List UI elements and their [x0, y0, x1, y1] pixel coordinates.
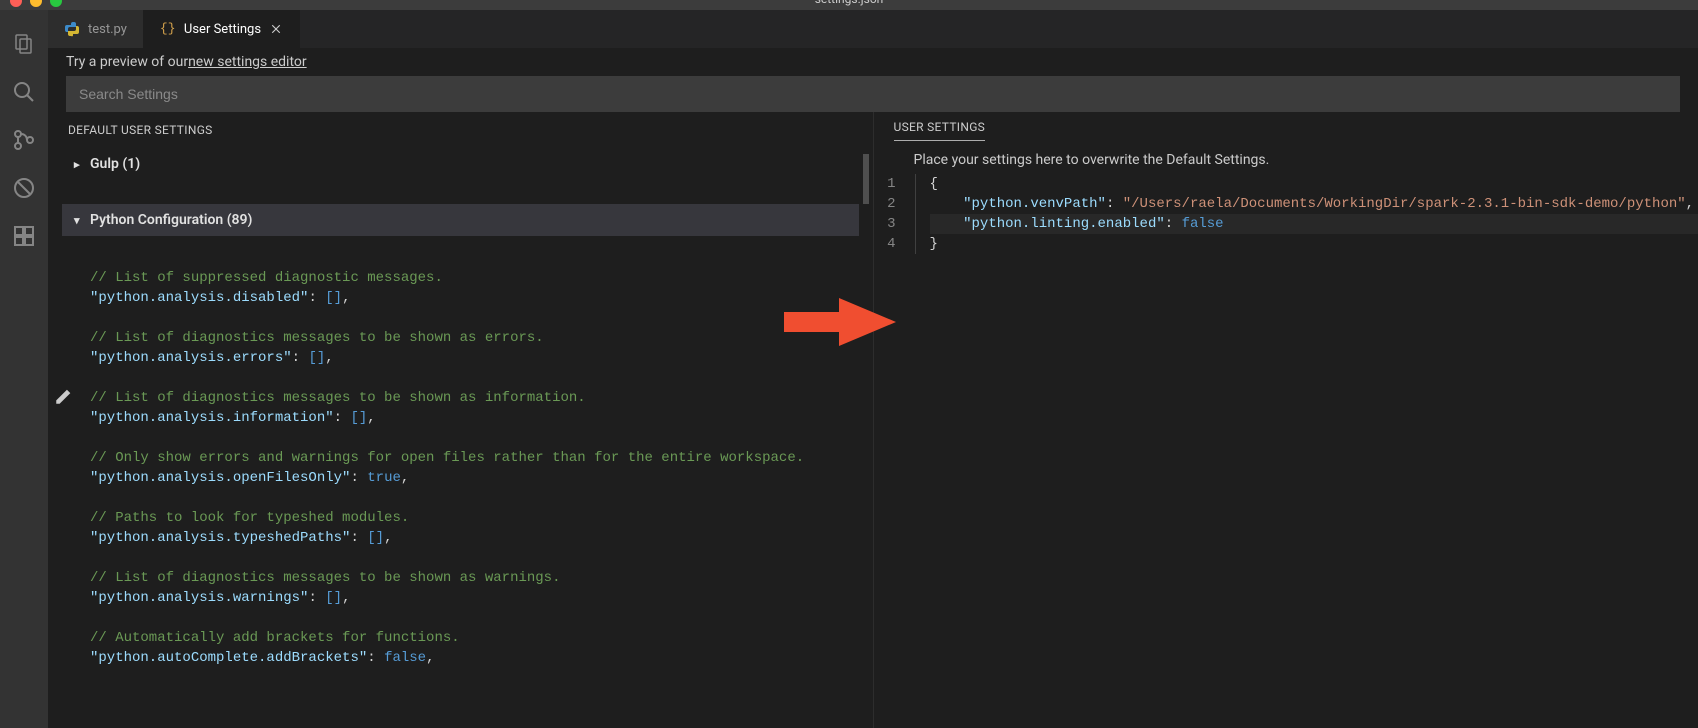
user-settings-editor[interactable]: 1234 { "python.venvPath": "/Users/raela/…	[874, 174, 1698, 254]
section-label: Python Configuration (89)	[90, 212, 252, 228]
setting-entry[interactable]: "python.analysis.openFilesOnly": true,	[90, 468, 859, 488]
default-settings-list: // List of suppressed diagnostic message…	[62, 236, 859, 668]
tab-bar: test.py {} User Settings	[48, 10, 1698, 48]
scrollbar-thumb[interactable]	[863, 154, 869, 204]
traffic-lights	[10, 0, 62, 7]
debug-activity[interactable]	[0, 164, 48, 212]
setting-entry[interactable]: "python.analysis.disabled": [],	[90, 288, 859, 308]
setting-comment: // List of diagnostics messages to be sh…	[90, 328, 859, 348]
setting-entry[interactable]: "python.autoComplete.addBrackets": false…	[90, 648, 859, 668]
titlebar: settings.json	[0, 0, 1698, 10]
explorer-activity[interactable]	[0, 20, 48, 68]
setting-comment: // List of suppressed diagnostic message…	[90, 268, 859, 288]
user-settings-header: USER SETTINGS	[874, 112, 1698, 148]
setting-entry[interactable]: "python.analysis.typeshedPaths": [],	[90, 528, 859, 548]
new-settings-editor-link[interactable]: new settings editor	[188, 54, 307, 70]
line-number-gutter: 1234	[874, 174, 904, 254]
edit-pencil-icon[interactable]	[54, 388, 72, 406]
tab-test-py[interactable]: test.py	[48, 10, 144, 48]
extensions-activity[interactable]	[0, 212, 48, 260]
section-label: Gulp (1)	[90, 156, 140, 172]
window-title: settings.json	[815, 0, 884, 6]
preview-text: Try a preview of our	[66, 54, 188, 70]
line-number: 4	[874, 234, 896, 254]
tab-label: test.py	[88, 22, 127, 37]
gulp-section[interactable]: ▸ Gulp (1)	[62, 148, 859, 180]
search-input[interactable]	[79, 86, 1667, 102]
setting-comment: // List of diagnostics messages to be sh…	[90, 568, 859, 588]
line-number: 2	[874, 194, 896, 214]
search-activity[interactable]	[0, 68, 48, 116]
code-line[interactable]: "python.linting.enabled": false	[930, 214, 1698, 234]
default-settings-tree[interactable]: ▸ Gulp (1) ▾ Python Configuration (89) /…	[48, 148, 873, 728]
tab-user-settings[interactable]: {} User Settings	[144, 10, 300, 48]
chevron-down-icon: ▾	[74, 214, 84, 227]
setting-entry[interactable]: "python.analysis.errors": [],	[90, 348, 859, 368]
python-configuration-section[interactable]: ▾ Python Configuration (89)	[62, 204, 859, 236]
line-number: 1	[874, 174, 896, 194]
default-user-settings-header: DEFAULT USER SETTINGS	[48, 112, 873, 148]
setting-comment: // Only show errors and warnings for ope…	[90, 448, 859, 468]
line-number: 3	[874, 214, 896, 234]
source-control-activity[interactable]	[0, 116, 48, 164]
user-settings-description: Place your settings here to overwrite th…	[874, 148, 1698, 174]
close-window-button[interactable]	[10, 0, 22, 7]
setting-comment: // List of diagnostics messages to be sh…	[90, 388, 859, 408]
code-line[interactable]: {	[930, 174, 1698, 194]
code-line[interactable]: }	[930, 234, 1698, 254]
chevron-right-icon: ▸	[74, 158, 84, 171]
setting-entry[interactable]: "python.analysis.warnings": [],	[90, 588, 859, 608]
python-icon	[64, 21, 80, 37]
tab-label: User Settings	[184, 22, 261, 37]
setting-comment: // Automatically add brackets for functi…	[90, 628, 859, 648]
activity-bar	[0, 10, 48, 728]
code-line[interactable]: "python.venvPath": "/Users/raela/Documen…	[930, 194, 1698, 214]
json-braces-icon: {}	[160, 21, 176, 37]
setting-comment: // Paths to look for typeshed modules.	[90, 508, 859, 528]
close-tab-icon[interactable]	[269, 22, 283, 36]
minimize-window-button[interactable]	[30, 0, 42, 7]
setting-entry[interactable]: "python.analysis.information": [],	[90, 408, 859, 428]
maximize-window-button[interactable]	[50, 0, 62, 7]
code-content[interactable]: { "python.venvPath": "/Users/raela/Docum…	[916, 174, 1698, 254]
search-settings-field[interactable]	[66, 76, 1680, 112]
preview-banner: Try a preview of our new settings editor	[48, 48, 1698, 76]
